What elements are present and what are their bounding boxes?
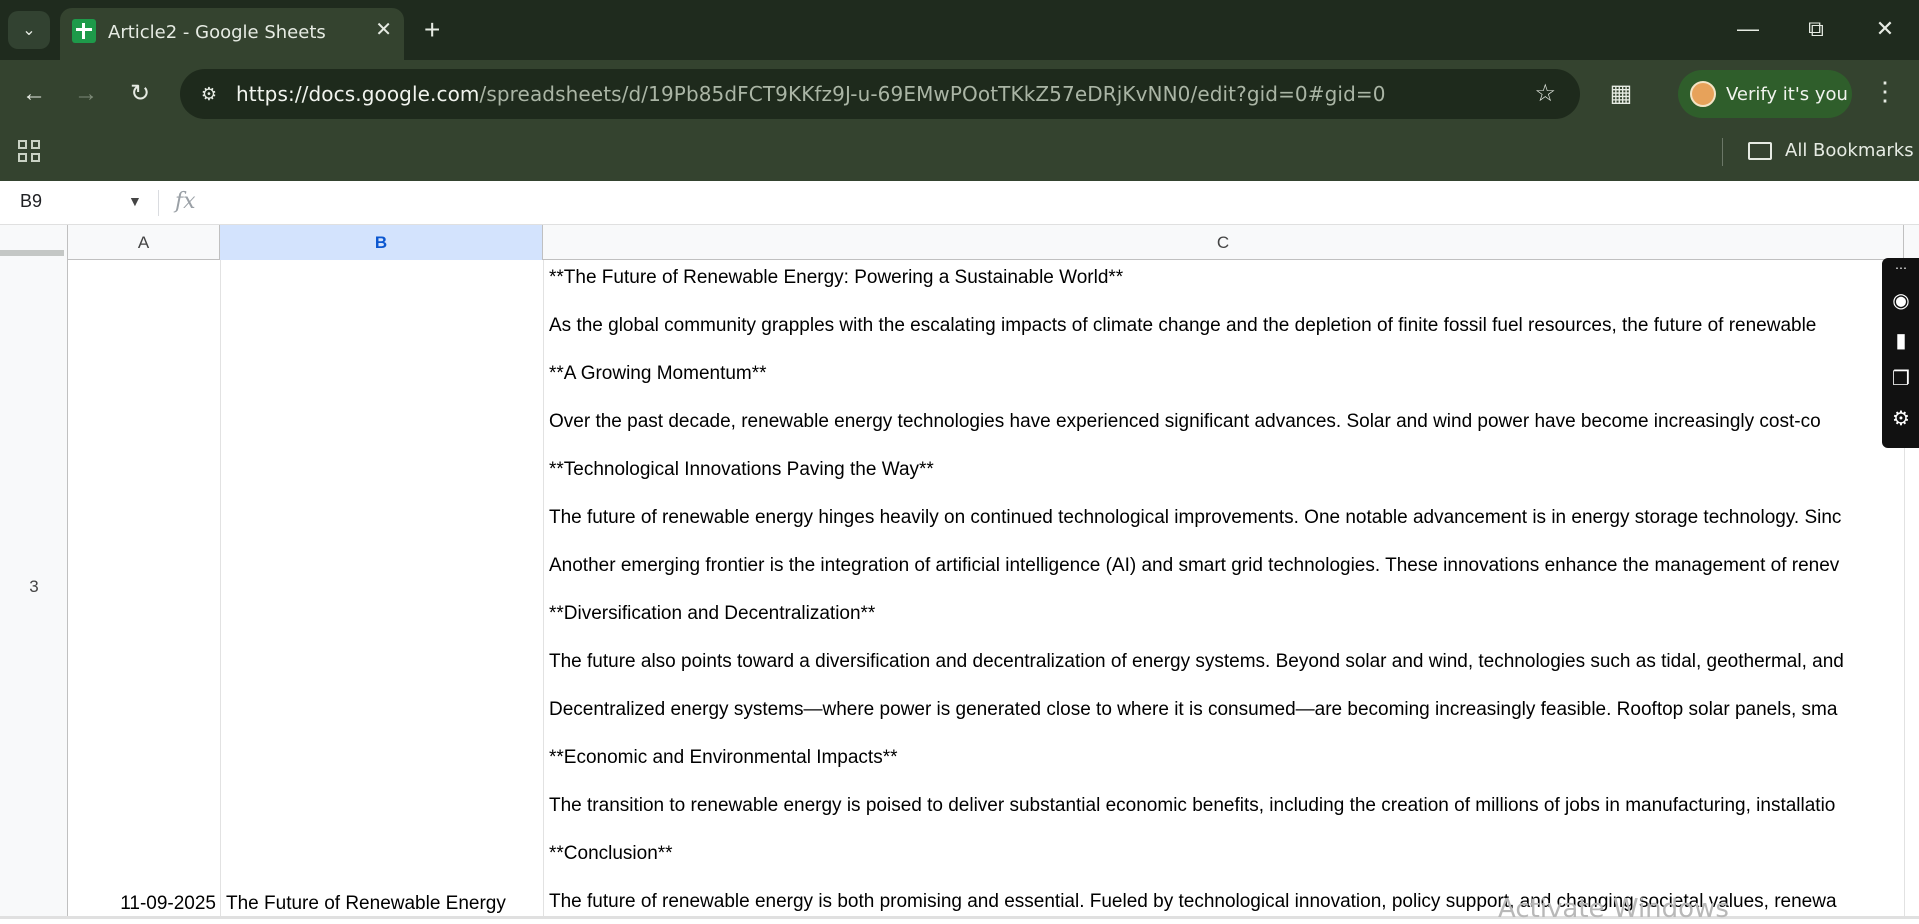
apps-grid-icon[interactable] [18, 140, 42, 164]
video-icon[interactable]: ▮ [1888, 328, 1914, 354]
all-bookmarks-link[interactable]: All Bookmarks [1785, 140, 1914, 161]
text-line: **Technological Innovations Paving the W… [549, 459, 934, 480]
text-line: **Economic and Environmental Impacts** [549, 747, 898, 768]
cell-a3[interactable]: 11-09-2025 [120, 893, 216, 915]
column-header-a[interactable]: A [68, 225, 220, 260]
site-info-icon[interactable]: ⚙ [196, 81, 222, 107]
formula-divider [158, 190, 159, 216]
name-box-dropdown-icon[interactable]: ▼ [128, 193, 142, 209]
text-line: The future of renewable energy hinges he… [549, 507, 1842, 528]
url-text[interactable]: https://docs.google.com/spreadsheets/d/1… [236, 82, 1386, 106]
folder-icon [1748, 142, 1772, 160]
extensions-icon[interactable]: ▦ [1606, 79, 1636, 109]
text-line: Over the past decade, renewable energy t… [549, 411, 1821, 432]
url-host: https://docs.google.com [236, 82, 480, 106]
more-options-icon[interactable]: ⋯ [1888, 260, 1914, 276]
capture-toolbar: ⋯ ◉ ▮ ❐ ⚙ [1882, 258, 1919, 448]
verify-profile-button[interactable]: Verify it's you [1678, 70, 1852, 118]
new-tab-button[interactable]: + [424, 16, 440, 44]
name-box[interactable]: B9 [20, 191, 42, 212]
reload-icon[interactable]: ↻ [126, 80, 154, 108]
sheets-icon [72, 19, 96, 43]
minimize-icon[interactable]: — [1733, 14, 1763, 44]
bookmarks-bar: All Bookmarks [0, 128, 1919, 181]
cell-b3[interactable]: The Future of Renewable Energy [226, 893, 506, 915]
row-header-3[interactable]: 3 [0, 577, 68, 597]
back-icon[interactable]: ← [20, 80, 48, 108]
more-menu-icon[interactable]: ⋮ [1872, 76, 1898, 107]
cell-c3[interactable]: **The Future of Renewable Energy: Poweri… [543, 260, 1904, 919]
formula-bar: B9 ▼ fx [0, 181, 1919, 225]
address-bar[interactable]: ⚙ https://docs.google.com/spreadsheets/d… [180, 69, 1580, 119]
avatar [1690, 81, 1716, 107]
column-header-c[interactable]: C [543, 225, 1904, 260]
fx-icon: fx [175, 189, 196, 214]
text-line: Decentralized energy systems—where power… [549, 699, 1838, 720]
column-header-row: A B C [0, 225, 1919, 260]
cell-grid[interactable]: 11-09-2025 The Future of Renewable Energ… [68, 260, 1905, 919]
restore-icon[interactable]: ⧉ [1801, 14, 1831, 44]
chevron-down-icon: ⌄ [22, 22, 36, 39]
text-line: **A Growing Momentum** [549, 363, 767, 384]
column-header-b[interactable]: B [220, 225, 543, 260]
close-window-icon[interactable]: ✕ [1870, 14, 1900, 44]
windows-icon[interactable]: ❐ [1888, 366, 1914, 392]
bookmarks-divider [1722, 138, 1723, 166]
tab-search-button[interactable]: ⌄ [8, 11, 50, 49]
tab-bar: ⌄ Article2 - Google Sheets ✕ + — ⧉ ✕ [0, 0, 1919, 60]
watermark-text: Activate Windows [1498, 894, 1729, 924]
text-line: **Conclusion** [549, 843, 673, 864]
bookmark-star-icon[interactable]: ☆ [1534, 79, 1556, 108]
verify-label: Verify it's you [1726, 84, 1848, 105]
url-path: /spreadsheets/d/19Pb85dFCT9KKfz9J-u-69EM… [479, 82, 1386, 106]
row-header-column: 3 [0, 260, 68, 919]
camera-icon[interactable]: ◉ [1888, 288, 1914, 314]
close-icon[interactable]: ✕ [375, 20, 392, 40]
text-line: Another emerging frontier is the integra… [549, 555, 1840, 576]
active-tab[interactable]: Article2 - Google Sheets ✕ [60, 8, 404, 60]
text-line: The transition to renewable energy is po… [549, 795, 1836, 816]
text-line: The future also points toward a diversif… [549, 651, 1844, 672]
grid-line [220, 260, 221, 919]
tab-title: Article2 - Google Sheets [108, 22, 326, 43]
gear-icon[interactable]: ⚙ [1888, 406, 1914, 432]
select-all-corner[interactable] [0, 225, 68, 260]
text-line: **Diversification and Decentralization** [549, 603, 876, 624]
forward-icon[interactable]: → [72, 80, 100, 108]
text-line: **The Future of Renewable Energy: Poweri… [549, 267, 1124, 288]
browser-toolbar: ← → ↻ ⚙ https://docs.google.com/spreadsh… [0, 60, 1919, 128]
text-line: As the global community grapples with th… [549, 315, 1817, 336]
